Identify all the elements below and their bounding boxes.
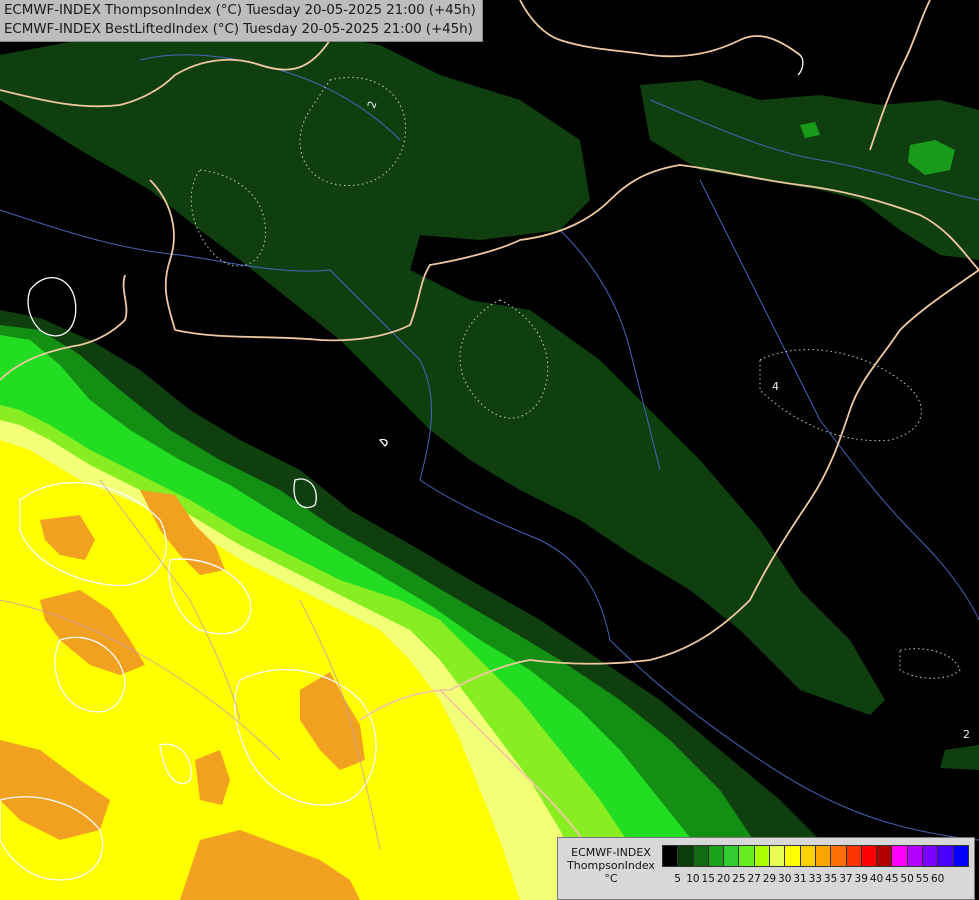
contour-label-4-east: 4	[772, 380, 779, 393]
legend-swatch	[860, 845, 878, 867]
legend-swatch	[738, 845, 755, 867]
legend-tick-label: 29	[762, 873, 777, 885]
legend-swatch	[814, 845, 832, 867]
legend-tick-label: 25	[732, 873, 746, 885]
legend-tick-label: 20	[716, 873, 731, 885]
legend-model: ECMWF-INDEX	[571, 846, 651, 859]
legend-swatch	[662, 845, 679, 867]
legend-tick-label: 30	[778, 873, 792, 885]
legend-tick-label: 37	[839, 873, 853, 885]
contour-label-2-southeast: 2	[963, 728, 970, 741]
legend-swatch	[845, 845, 862, 867]
map-title-box: ECMWF-INDEX ThompsonIndex (°C) Tuesday 2…	[0, 0, 483, 42]
legend-tick-spacer	[662, 873, 670, 885]
legend-parameter: ThompsonIndex	[567, 859, 655, 872]
title-line-bestlifted: ECMWF-INDEX BestLiftedIndex (°C) Tuesday…	[4, 21, 473, 37]
legend-ticks: 5 10 15 20 25 27 29 30 31 33 35 37 39 40 45 50 55 60	[662, 873, 945, 885]
legend-tick-label: 45	[885, 873, 899, 885]
legend-tick-label: 40	[869, 873, 884, 885]
legend-unit: °C	[604, 872, 618, 885]
legend-label: ECMWF-INDEX ThompsonIndex °C	[562, 846, 660, 885]
legend-tick-label: 39	[854, 873, 868, 885]
legend-tick-label: 55	[915, 873, 930, 885]
legend-tick-label: 15	[701, 873, 715, 885]
color-legend: ECMWF-INDEX ThompsonIndex °C 5 10 15 20 25 27…	[557, 837, 975, 900]
legend-swatch	[707, 845, 725, 867]
legend-tick-label: 27	[747, 873, 761, 885]
legend-swatches	[662, 845, 969, 867]
legend-swatch	[937, 845, 954, 867]
legend-swatch	[799, 845, 816, 867]
legend-tick-label: 33	[808, 873, 822, 885]
weather-map: 2 4 2	[0, 0, 979, 900]
legend-swatch	[692, 845, 709, 867]
legend-tick-label: 5	[674, 873, 681, 885]
legend-swatch	[952, 845, 969, 867]
title-line-thompson: ECMWF-INDEX ThompsonIndex (°C) Tuesday 2…	[4, 2, 476, 18]
legend-swatch	[891, 845, 908, 867]
legend-swatch	[753, 845, 771, 867]
legend-tick-label: 10	[686, 873, 700, 885]
legend-swatch	[922, 845, 939, 867]
legend-tick-label: 35	[823, 873, 838, 885]
legend-swatch	[677, 845, 694, 867]
legend-swatch	[784, 845, 801, 867]
legend-swatch	[876, 845, 893, 867]
legend-tick-label: 50	[900, 873, 914, 885]
legend-swatch	[723, 845, 740, 867]
legend-swatch	[830, 845, 847, 867]
legend-swatch	[906, 845, 924, 867]
legend-swatch	[769, 845, 786, 867]
legend-tick-label: 31	[793, 873, 807, 885]
legend-tick-label: 60	[931, 873, 945, 885]
